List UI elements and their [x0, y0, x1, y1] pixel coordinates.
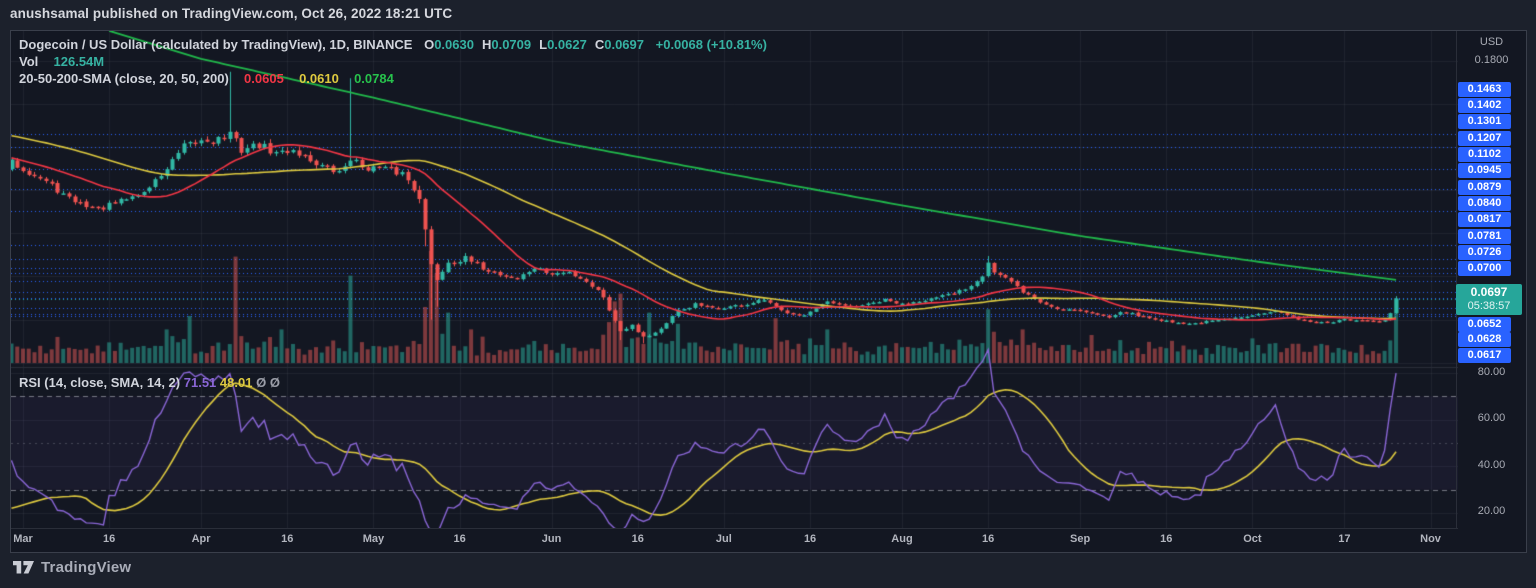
symbol-legend: Dogecoin / US Dollar (calculated by Trad…: [19, 36, 767, 87]
symbol-title-row: Dogecoin / US Dollar (calculated by Trad…: [19, 36, 767, 53]
sma20-value: 0.0605: [244, 71, 284, 86]
volume-row: Vol 126.54M: [19, 53, 767, 70]
time-axis-label: 16: [103, 533, 116, 545]
rsi-axis-tick: 80.00: [1477, 365, 1506, 378]
time-axis-label: Jul: [715, 533, 732, 545]
price-level-label[interactable]: 0.0726: [1458, 245, 1511, 260]
ohlc-value: 0.0697: [604, 37, 644, 52]
time-axis-label: Apr: [191, 533, 211, 545]
tradingview-logo-icon: [13, 561, 34, 574]
axis-grid-label: 0.1800: [1474, 54, 1509, 66]
ohlc-value: 0.0709: [491, 37, 532, 52]
time-axis-label: Sep: [1069, 533, 1091, 545]
time-axis-label: Mar: [13, 533, 33, 545]
last-price-label: 0.0697 05:38:57: [1456, 284, 1522, 315]
ohlc-key: L: [539, 37, 548, 52]
price-level-label[interactable]: 0.1402: [1458, 97, 1511, 113]
rsi-value: 71.51: [183, 375, 217, 390]
price-level-label[interactable]: 0.1463: [1458, 81, 1511, 97]
volume-value: 126.54M: [53, 54, 105, 69]
symbol-title: Dogecoin / US Dollar (calculated by Trad…: [19, 37, 413, 52]
time-axis-label: 16: [803, 533, 817, 545]
footer: TradingView: [13, 558, 131, 577]
price-level-label[interactable]: 0.1301: [1458, 114, 1511, 130]
ohlc-values: O0.0630 H0.0709 L0.0627 C0.0697: [424, 37, 652, 52]
time-axis-label: Aug: [891, 533, 913, 545]
rsi-upper-band-value: Ø: [256, 375, 267, 390]
price-level-label[interactable]: 0.0840: [1458, 195, 1511, 211]
tradingview-brand[interactable]: TradingView: [41, 559, 131, 576]
rsi-label: RSI (14, close, SMA, 14, 2): [19, 375, 181, 390]
last-price-value: 0.0697: [1470, 285, 1508, 299]
time-axis-label: 16: [631, 533, 644, 545]
ohlc-value: 0.0630: [434, 37, 474, 52]
price-chart-canvas[interactable]: [11, 31, 1458, 529]
time-axis-label: Oct: [1243, 533, 1262, 545]
chart-frame: Dogecoin / US Dollar (calculated by Trad…: [10, 30, 1527, 553]
ohlc-value: 0.0627: [547, 37, 587, 52]
axis-currency-label: USD: [1479, 36, 1504, 48]
change-value: +0.0068 (+10.81%): [655, 37, 767, 52]
sma200-value: 0.0784: [354, 71, 394, 86]
price-level-label[interactable]: 0.1207: [1458, 130, 1511, 146]
sma-label: 20-50-200-SMA (close, 20, 50, 200): [19, 71, 229, 86]
sma50-value: 0.0610: [299, 71, 339, 86]
price-axis[interactable]: USD 0.1800 0.0697 05:38:57 0.1463 0.1402 0…: [1456, 31, 1526, 529]
ohlc-key: O: [424, 37, 435, 52]
rsi-sma-value: 48.01: [219, 375, 253, 390]
publish-header: anushsamal published on TradingView.com,…: [10, 6, 453, 21]
time-axis-label: 16: [281, 533, 294, 545]
time-axis-label: 16: [982, 533, 995, 545]
time-axis-label: Nov: [1420, 533, 1441, 545]
price-level-label[interactable]: 0.0879: [1458, 179, 1511, 195]
rsi-lower-band-value: Ø: [269, 375, 280, 390]
price-level-label[interactable]: 0.0945: [1458, 163, 1511, 179]
time-axis-label: May: [362, 533, 385, 545]
sma-row: 20-50-200-SMA (close, 20, 50, 200) 0.060…: [19, 70, 767, 87]
price-level-label[interactable]: 0.0700: [1458, 261, 1511, 277]
price-level-label[interactable]: 0.0817: [1458, 212, 1511, 228]
time-axis-label: 17: [1338, 533, 1351, 545]
time-axis-label: 16: [1160, 533, 1173, 545]
price-level-label[interactable]: 0.0628: [1458, 332, 1511, 348]
time-axis-label: 16: [453, 533, 466, 545]
rsi-legend: RSI (14, close, SMA, 14, 2) 71.51 48.01 …: [19, 375, 280, 390]
rsi-axis-tick: 60.00: [1477, 412, 1506, 424]
time-axis-label: Jun: [541, 533, 562, 545]
ohlc-key: C: [594, 37, 605, 52]
bar-countdown: 05:38:57: [1467, 300, 1511, 312]
price-level-label[interactable]: 0.0781: [1458, 228, 1511, 244]
ohlc-key: H: [481, 37, 492, 52]
volume-label: Vol: [19, 54, 39, 69]
price-level-label[interactable]: 0.0652: [1458, 316, 1511, 332]
price-level-label[interactable]: 0.0617: [1458, 348, 1511, 364]
rsi-axis-tick: 20.00: [1477, 505, 1506, 517]
price-level-label[interactable]: 0.1102: [1458, 146, 1511, 162]
time-axis[interactable]: Mar 16 Apr 16 May 16 Jun 16 Jul 16 Aug 16 Sep 16 Oct 17…: [11, 528, 1458, 552]
rsi-axis-tick: 40.00: [1477, 458, 1506, 471]
tradingview-published-chart: { "publish_header": "anushsamal publishe…: [0, 0, 1536, 588]
